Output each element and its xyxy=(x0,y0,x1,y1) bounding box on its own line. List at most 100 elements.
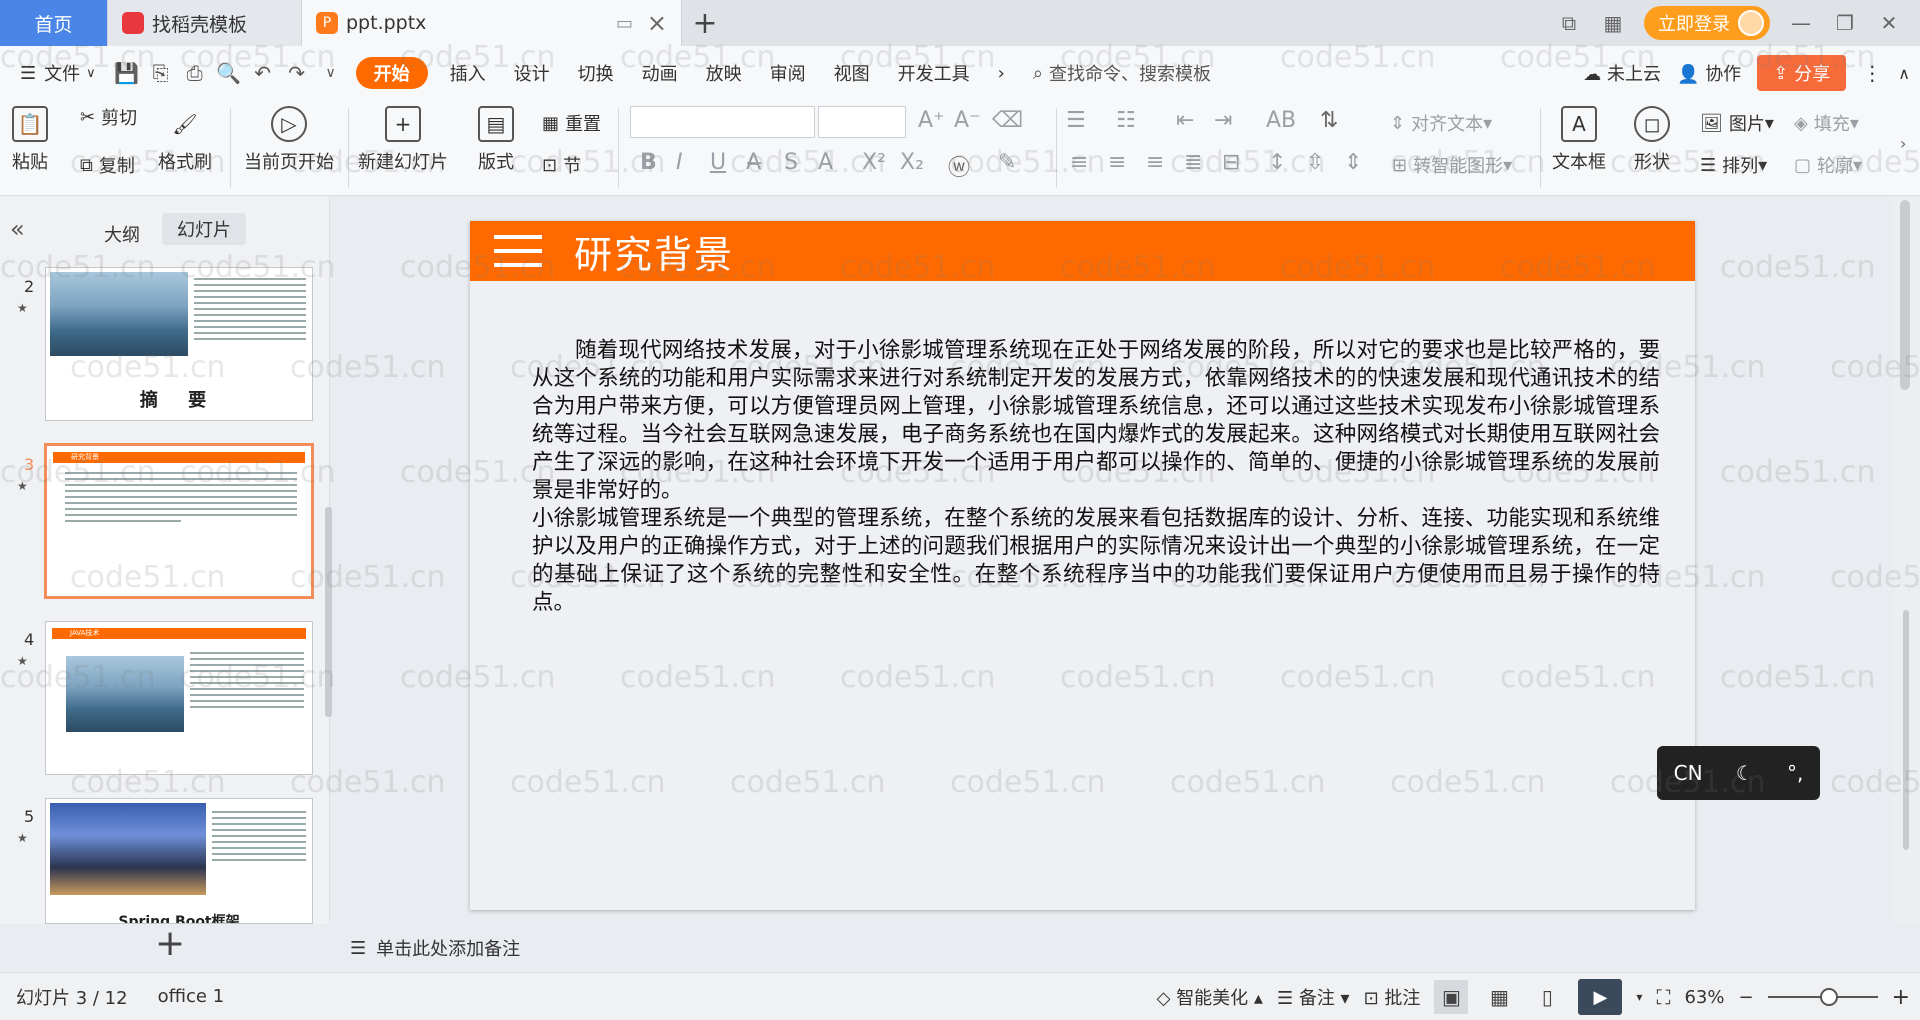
sorter-view-icon[interactable]: ▦ xyxy=(1482,980,1516,1014)
slide-title[interactable]: 研究背景 xyxy=(574,224,734,279)
ime-status-badge[interactable]: CN ☾ °, xyxy=(1657,746,1820,800)
menu-home[interactable]: 开始 xyxy=(355,57,428,89)
add-slide-button[interactable]: + xyxy=(155,923,185,964)
thumbnail-scrollbar[interactable] xyxy=(325,507,332,717)
bold-icon[interactable]: B xyxy=(640,150,657,175)
font-color-icon[interactable]: A xyxy=(818,150,833,175)
undo-icon[interactable]: ↶ xyxy=(246,56,280,90)
layout-button[interactable]: ▤ 版式 xyxy=(478,106,514,174)
minimize-icon[interactable]: — xyxy=(1788,11,1814,35)
zoom-level[interactable]: 63% xyxy=(1684,987,1724,1008)
float-window-icon[interactable]: ▭ xyxy=(616,13,633,34)
print-preview-icon[interactable]: 🔍 xyxy=(212,56,246,90)
share-button[interactable]: ⇪ 分享 xyxy=(1757,55,1847,91)
close-tab-icon[interactable]: × xyxy=(647,9,667,37)
smartart-button[interactable]: ⊞ 转智能图形 ▾ xyxy=(1392,152,1512,178)
menu-animation[interactable]: 动画 xyxy=(628,57,692,89)
reset-button[interactable]: ▦ 重置 xyxy=(542,110,601,136)
shape-button[interactable]: ◻ 形状 xyxy=(1634,106,1670,174)
cut-button[interactable]: ✂ 剪切 xyxy=(80,104,137,130)
reading-view-icon[interactable]: ▯ xyxy=(1530,980,1564,1014)
outdent-icon[interactable]: ⇤ xyxy=(1176,108,1194,133)
more-options-icon[interactable]: ⋮ xyxy=(1862,61,1882,85)
shadow-icon[interactable]: S xyxy=(784,150,798,175)
outline-button[interactable]: ▢ 轮廓 ▾ xyxy=(1794,152,1862,178)
export-pdf-icon[interactable]: ⎘ xyxy=(144,56,178,90)
new-slide-button[interactable]: + 新建幻灯片 xyxy=(358,106,448,174)
ribbon-scroll-right-icon[interactable]: › xyxy=(1900,134,1906,153)
play-options-chevron-icon[interactable]: ▾ xyxy=(1636,990,1642,1004)
copy-button[interactable]: ⧉ 复制 xyxy=(80,152,135,178)
distribute-icon[interactable]: ⊟ xyxy=(1222,150,1240,175)
underline-icon[interactable]: U xyxy=(710,150,726,175)
tab-home[interactable]: 首页 xyxy=(0,0,108,46)
quick-access-chevron-icon[interactable]: ∨ xyxy=(314,56,348,90)
new-tab-button[interactable]: + xyxy=(682,0,728,46)
thumbnail-slide-3[interactable]: 研究背景 xyxy=(44,443,314,599)
file-menu[interactable]: ☰ 文件 ∨ xyxy=(0,57,110,89)
font-family-select[interactable] xyxy=(630,106,815,138)
menu-slideshow[interactable]: 放映 xyxy=(692,57,756,89)
align-left-icon[interactable]: ≡ xyxy=(1070,150,1088,175)
notes-bar[interactable]: ☰ 单击此处添加备注 xyxy=(330,924,1894,972)
tab-document[interactable]: P ppt.pptx ▭ × xyxy=(302,0,682,46)
print-icon[interactable]: ⎙ xyxy=(178,56,212,90)
para-spacing-icon[interactable]: ⇳ xyxy=(1306,150,1324,175)
slide-canvas[interactable]: 研究背景 随着现代网络技术发展，对于小徐影城管理系统现在正处于网络发展的阶段，所… xyxy=(470,221,1695,910)
collaborate-button[interactable]: 👤 协作 xyxy=(1677,60,1741,86)
thumbnail-slide-4[interactable]: JAVA技术 xyxy=(45,621,313,775)
close-window-icon[interactable]: ✕ xyxy=(1876,11,1902,35)
notes-toggle-button[interactable]: ☰ 备注 ▾ xyxy=(1277,984,1350,1010)
theme-name[interactable]: office 1 xyxy=(158,986,225,1007)
zoom-slider[interactable] xyxy=(1767,988,1878,1006)
strikethrough-icon[interactable]: A̶ xyxy=(746,150,761,175)
reading-mode-icon[interactable]: ⧉ xyxy=(1556,11,1582,35)
char-spacing-icon[interactable]: ⓦ xyxy=(948,150,970,182)
superscript-icon[interactable]: X² xyxy=(862,150,886,175)
search-command[interactable]: ⌕ 查找命令、搜索模板 xyxy=(1019,57,1225,89)
font-size-select[interactable] xyxy=(818,106,906,138)
menu-transitions[interactable]: 切换 xyxy=(564,57,628,89)
picture-button[interactable]: 🖼 图片 ▾ xyxy=(1700,110,1774,136)
textbox-button[interactable]: A 文本框 xyxy=(1552,106,1606,174)
menu-design[interactable]: 设计 xyxy=(500,57,564,89)
columns-icon[interactable]: ⇕ xyxy=(1344,150,1362,175)
paste-button[interactable]: 📋 粘贴 xyxy=(12,106,48,174)
numbering-icon[interactable]: ☷ xyxy=(1116,108,1136,133)
fill-button[interactable]: ◈ 填充 ▾ xyxy=(1794,110,1859,136)
zoom-slider-handle[interactable] xyxy=(1819,988,1838,1006)
menu-view[interactable]: 视图 xyxy=(820,57,884,89)
arrange-button[interactable]: ☰ 排列 ▾ xyxy=(1700,152,1767,178)
tab-slides[interactable]: 幻灯片 xyxy=(162,213,246,245)
indent-icon[interactable]: ⇥ xyxy=(1214,108,1232,133)
normal-view-icon[interactable]: ▣ xyxy=(1434,980,1469,1014)
line-spacing-icon[interactable]: ↕ xyxy=(1268,150,1286,175)
align-text-button[interactable]: ⇕ 对齐文本 ▾ xyxy=(1390,110,1492,136)
collapse-panel-icon[interactable]: « xyxy=(10,215,25,243)
italic-icon[interactable]: I xyxy=(676,150,683,175)
comment-button[interactable]: ⊡ 批注 xyxy=(1364,984,1421,1010)
play-slideshow-button[interactable]: ▶ xyxy=(1578,979,1623,1015)
login-button[interactable]: 立即登录 xyxy=(1644,6,1770,40)
clear-format-icon[interactable]: ⌫ xyxy=(992,108,1023,133)
tab-outline[interactable]: 大纲 xyxy=(104,221,140,247)
thumbnail-slide-2[interactable]: 摘 要 xyxy=(45,267,313,421)
restore-icon[interactable]: ❐ xyxy=(1832,11,1858,35)
align-center-icon[interactable]: ≡ xyxy=(1108,150,1126,175)
sort-icon[interactable]: ⇅ xyxy=(1320,108,1338,133)
decrease-font-icon[interactable]: A⁻ xyxy=(954,108,981,133)
zoom-out-icon[interactable]: − xyxy=(1738,987,1753,1008)
more-menu-icon[interactable]: › xyxy=(984,57,1019,89)
smart-beautify-button[interactable]: ◇ 智能美化 ▴ xyxy=(1157,984,1263,1010)
menu-review[interactable]: 审阅 xyxy=(756,57,820,89)
canvas-scrollbar-thumb[interactable] xyxy=(1903,610,1909,850)
section-button[interactable]: ⊡ 节 xyxy=(542,152,581,178)
highlight-icon[interactable]: ✎ xyxy=(998,150,1016,175)
save-icon[interactable]: 💾 xyxy=(110,56,144,90)
grid-apps-icon[interactable]: ▦ xyxy=(1600,11,1626,35)
tab-daoke-templates[interactable]: 找稻壳模板 xyxy=(108,0,302,46)
bullets-icon[interactable]: ☰ xyxy=(1066,108,1086,133)
format-painter-button[interactable]: 🖌 格式刷 xyxy=(158,106,212,174)
zoom-in-icon[interactable]: + xyxy=(1892,985,1910,1010)
fit-window-icon[interactable]: ⛶ xyxy=(1656,985,1670,1009)
